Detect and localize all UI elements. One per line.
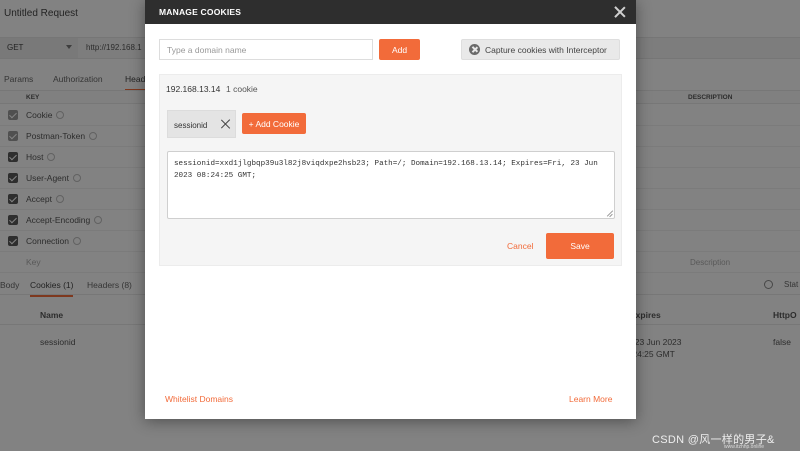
capture-interceptor-button[interactable]: Capture cookies with Interceptor	[461, 39, 620, 60]
modal-title: MANAGE COOKIES	[159, 7, 242, 17]
cookie-count: 1 cookie	[226, 84, 258, 94]
cancel-button[interactable]: Cancel	[507, 241, 533, 251]
cookie-editor[interactable]: sessionid=xxd1jlgbqp39u3l82j8viqdxpe2hsb…	[167, 151, 615, 219]
domain-name: 192.168.13.14	[166, 84, 221, 94]
cookie-chip-label: sessionid	[174, 121, 208, 130]
interceptor-label: Capture cookies with Interceptor	[485, 45, 607, 55]
add-domain-button[interactable]: Add	[379, 39, 420, 60]
domain-cookie-panel: 192.168.13.14 1 cookie sessionid + Add C…	[159, 74, 622, 266]
domain-input[interactable]	[159, 39, 373, 60]
learn-more-link[interactable]: Learn More	[569, 394, 612, 404]
whitelist-domains-link[interactable]: Whitelist Domains	[165, 394, 233, 404]
cookie-chip[interactable]: sessionid	[167, 110, 236, 138]
add-cookie-button[interactable]: + Add Cookie	[242, 113, 306, 134]
save-button[interactable]: Save	[546, 233, 614, 259]
interceptor-icon	[469, 44, 480, 55]
manage-cookies-modal: MANAGE COOKIES Add Capture cookies with …	[145, 0, 636, 419]
resize-handle-icon[interactable]	[606, 210, 613, 217]
modal-header: MANAGE COOKIES	[145, 0, 636, 24]
close-icon[interactable]	[614, 6, 626, 18]
remove-cookie-icon[interactable]	[220, 119, 230, 129]
watermark-url: www.itzhhp.online	[724, 444, 765, 450]
